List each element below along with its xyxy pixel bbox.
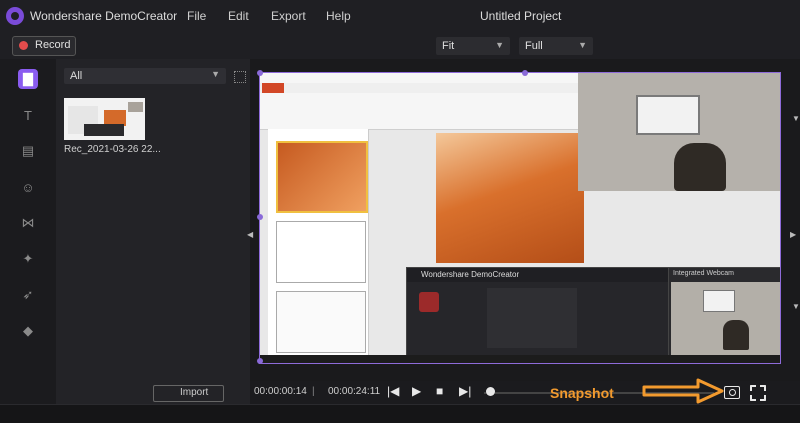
current-time: 00:00:00:14 xyxy=(254,386,307,397)
folder-icon[interactable]: ▇ xyxy=(18,69,38,89)
webcam-window-title: Integrated Webcam xyxy=(673,270,734,277)
ppt-slide-thumb xyxy=(276,221,366,283)
chevron-down-icon[interactable]: ▼ xyxy=(792,302,800,311)
cursor-icon[interactable]: ➶ xyxy=(18,285,38,305)
camera-icon[interactable] xyxy=(724,386,740,399)
title-bar: Wondershare DemoCreator File Edit Export… xyxy=(0,0,800,33)
fullscreen-icon[interactable] xyxy=(750,385,766,401)
quality-dropdown[interactable]: Full ▼ xyxy=(519,37,593,55)
timeline-toolbar xyxy=(0,404,800,423)
chevron-down-icon: ▼ xyxy=(578,40,587,50)
chevron-left-icon[interactable]: ◀ xyxy=(247,230,253,239)
skip-forward-icon[interactable]: ▶| xyxy=(459,384,471,398)
person-image xyxy=(723,320,749,350)
time-separator: | xyxy=(312,386,315,397)
quality-dropdown-value: Full xyxy=(525,40,543,52)
whiteboard-image xyxy=(703,290,735,312)
annotation-icon[interactable]: ▤ xyxy=(18,141,38,161)
recorder-settings-panel xyxy=(487,288,577,348)
app-name: Wondershare DemoCreator xyxy=(30,9,178,23)
media-thumbnail-image xyxy=(64,98,145,140)
webcam-window: Integrated Webcam xyxy=(668,267,780,363)
skip-back-icon[interactable]: |◀ xyxy=(387,384,399,398)
whiteboard-image xyxy=(636,95,700,135)
progress-knob[interactable] xyxy=(486,387,495,396)
total-time: 00:00:24:11 xyxy=(328,386,381,397)
library-filter-dropdown[interactable]: All ▼ xyxy=(64,68,226,84)
record-dot-icon xyxy=(19,41,28,50)
fit-dropdown[interactable]: Fit ▼ xyxy=(436,37,510,55)
import-button-label: Import xyxy=(180,387,209,398)
import-button[interactable]: Import xyxy=(153,385,224,402)
sticker-icon[interactable]: ☺ xyxy=(18,177,38,197)
play-icon[interactable]: ▶ xyxy=(412,384,421,398)
menu-file[interactable]: File xyxy=(187,9,206,23)
orange-arrow-icon xyxy=(642,378,724,404)
media-thumbnail[interactable] xyxy=(64,98,145,140)
democreator-recorder-window: Wondershare DemoCreator xyxy=(406,267,670,363)
effects-icon[interactable]: ✦ xyxy=(18,249,38,269)
webcam-feed xyxy=(671,282,780,356)
ppt-ribbon xyxy=(260,73,580,130)
media-library: All ▼ Rec_2021-03-26 22... Import xyxy=(56,59,250,404)
transition-icon[interactable]: ⋈ xyxy=(18,213,38,233)
record-button[interactable]: Record xyxy=(12,36,76,56)
ppt-tabs xyxy=(260,83,580,93)
app-logo-icon xyxy=(6,7,24,25)
ppt-slide-thumb xyxy=(276,291,366,353)
ppt-file-tab xyxy=(262,83,284,93)
toolbar: Record Fit ▼ Full ▼ xyxy=(0,33,800,59)
resize-handle[interactable] xyxy=(257,70,263,76)
project-title: Untitled Project xyxy=(480,9,562,23)
recorder-record-icon xyxy=(419,292,439,312)
chevron-down-icon: ▼ xyxy=(211,69,220,79)
snapshot-annotation-label: Snapshot xyxy=(550,385,614,401)
webcam-overlay xyxy=(578,73,780,191)
ppt-slide-thumb xyxy=(276,141,368,213)
grid-view-icon[interactable] xyxy=(234,71,246,83)
left-sidebar: ▇ T ▤ ☺ ⋈ ✦ ➶ ◆ xyxy=(0,59,56,404)
recorder-title-bar: Wondershare DemoCreator xyxy=(407,268,669,282)
menu-edit[interactable]: Edit xyxy=(228,9,249,23)
windows-taskbar xyxy=(260,355,780,363)
ppt-slides-pane xyxy=(268,129,369,357)
menu-export[interactable]: Export xyxy=(271,9,306,23)
library-filter-value: All xyxy=(70,70,83,82)
ppt-main-slide xyxy=(436,133,584,263)
chevron-down-icon: ▼ xyxy=(495,40,504,50)
text-icon[interactable]: T xyxy=(18,105,38,125)
person-image xyxy=(674,143,726,191)
eraser-icon[interactable]: ◆ xyxy=(18,321,38,341)
chevron-down-icon[interactable]: ▼ xyxy=(792,114,800,123)
record-label: Record xyxy=(35,39,71,51)
recorder-title: Wondershare DemoCreator xyxy=(421,270,520,279)
resize-handle[interactable] xyxy=(522,70,528,76)
preview-panel: Wondershare DemoCreator Integrated Webca… xyxy=(247,59,800,404)
resize-handle[interactable] xyxy=(257,358,263,364)
playback-controls: 00:00:00:14 | 00:00:24:11 |◀ ▶ ■ ▶| Snap… xyxy=(250,378,800,404)
resize-handle[interactable] xyxy=(257,214,263,220)
stop-icon[interactable]: ■ xyxy=(436,384,443,398)
menu-help[interactable]: Help xyxy=(326,9,351,23)
fit-dropdown-value: Fit xyxy=(442,40,455,52)
preview-canvas[interactable]: Wondershare DemoCreator Integrated Webca… xyxy=(259,72,781,364)
media-thumbnail-label: Rec_2021-03-26 22... xyxy=(64,144,161,155)
chevron-right-icon[interactable]: ▶ xyxy=(790,230,796,239)
